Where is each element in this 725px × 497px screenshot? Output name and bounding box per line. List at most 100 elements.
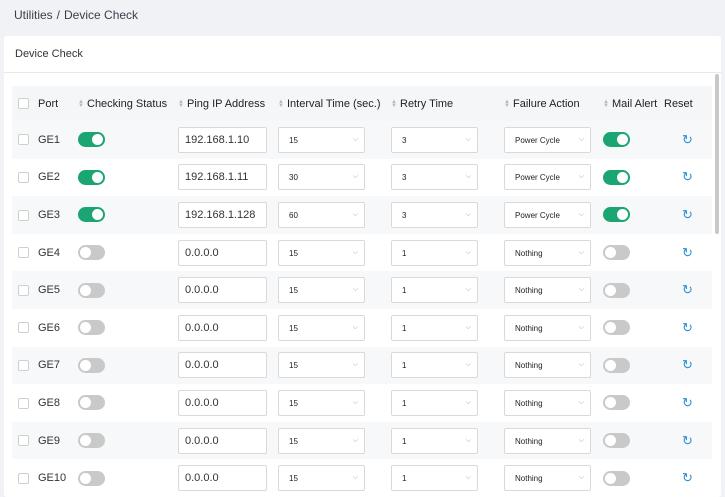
retry-select[interactable]: 1 ⌵ [391, 277, 478, 304]
ping-ip-input[interactable] [178, 126, 267, 153]
ping-ip-input[interactable] [178, 465, 267, 492]
header-checking-status[interactable]: ▲ ▼ Checking Status [78, 86, 178, 121]
interval-select[interactable]: 15 ⌵ [278, 427, 365, 454]
failure-action-select[interactable]: Power Cycle ⌵ [504, 164, 591, 191]
checking-status-toggle[interactable] [78, 132, 105, 148]
interval-value: 15 [289, 248, 298, 258]
failure-action-select[interactable]: Power Cycle ⌵ [504, 126, 591, 153]
mail-alert-toggle[interactable] [603, 395, 630, 411]
ping-ip-input[interactable] [178, 352, 267, 379]
interval-select[interactable]: 15 ⌵ [278, 126, 365, 153]
mail-alert-toggle[interactable] [603, 282, 630, 298]
mail-alert-toggle[interactable] [603, 132, 630, 148]
mail-alert-toggle[interactable] [603, 207, 630, 223]
failure-action-select[interactable]: Power Cycle ⌵ [504, 201, 591, 228]
ping-ip-input[interactable] [178, 389, 267, 416]
failure-action-select[interactable]: Nothing ⌵ [504, 427, 591, 454]
retry-cell: 1 ⌵ [391, 346, 504, 385]
failure-action-select[interactable]: Nothing ⌵ [504, 465, 591, 492]
toggle-knob [605, 284, 616, 296]
header-reset[interactable]: Reset [664, 86, 712, 121]
row-checkbox[interactable] [18, 397, 29, 409]
retry-value: 3 [402, 210, 407, 220]
header-ping-ip[interactable]: ▲ ▼ Ping IP Address [178, 86, 278, 121]
checking-status-toggle[interactable] [78, 395, 105, 411]
failure-action-select[interactable]: Nothing ⌵ [504, 239, 591, 266]
mail-alert-toggle[interactable] [603, 470, 630, 486]
ping-ip-input[interactable] [178, 164, 267, 191]
refresh-icon[interactable]: ↻ [682, 395, 693, 411]
ping-ip-input[interactable] [178, 239, 267, 266]
failure-action-select[interactable]: Nothing ⌵ [504, 314, 591, 341]
mail-alert-toggle[interactable] [603, 169, 630, 185]
interval-select[interactable]: 15 ⌵ [278, 389, 365, 416]
checking-status-toggle[interactable] [78, 433, 105, 449]
checking-status-toggle[interactable] [78, 207, 105, 223]
ping-ip-input[interactable] [178, 277, 267, 304]
interval-value: 30 [289, 173, 298, 183]
row-checkbox[interactable] [18, 209, 29, 221]
breadcrumb-parent[interactable]: Utilities [14, 8, 53, 22]
row-checkbox[interactable] [18, 171, 29, 183]
table-row: GE915⌵1⌵Nothing⌵↻ [12, 421, 712, 460]
ping-ip-input[interactable] [178, 314, 267, 341]
retry-select[interactable]: 1 ⌵ [391, 239, 478, 266]
refresh-icon[interactable]: ↻ [682, 207, 693, 223]
row-checkbox[interactable] [18, 322, 29, 334]
row-checkbox[interactable] [18, 435, 29, 447]
header-interval[interactable]: ▲ ▼ Interval Time (sec.) [278, 86, 391, 121]
checking-status-toggle[interactable] [78, 282, 105, 298]
row-checkbox[interactable] [18, 359, 29, 371]
checking-status-toggle[interactable] [78, 169, 105, 185]
select-all-checkbox[interactable] [18, 98, 29, 110]
header-failure-action[interactable]: ▲ ▼ Failure Action [504, 86, 603, 121]
row-checkbox[interactable] [18, 134, 29, 146]
mail-alert-cell [603, 384, 664, 422]
interval-select[interactable]: 15 ⌵ [278, 465, 365, 492]
retry-select[interactable]: 1 ⌵ [391, 427, 478, 454]
refresh-icon[interactable]: ↻ [682, 470, 693, 486]
interval-select[interactable]: 30 ⌵ [278, 164, 365, 191]
interval-select[interactable]: 15 ⌵ [278, 352, 365, 379]
checking-status-toggle[interactable] [78, 470, 105, 486]
checking-status-toggle[interactable] [78, 357, 105, 373]
ping-ip-input[interactable] [178, 201, 267, 228]
refresh-icon[interactable]: ↻ [682, 433, 693, 449]
ping-ip-input[interactable] [178, 427, 267, 454]
mail-alert-toggle[interactable] [603, 320, 630, 336]
retry-value: 1 [402, 361, 407, 371]
refresh-icon[interactable]: ↻ [682, 282, 693, 298]
mail-alert-toggle[interactable] [603, 245, 630, 261]
failure-action-select[interactable]: Nothing ⌵ [504, 352, 591, 379]
refresh-icon[interactable]: ↻ [682, 320, 693, 336]
retry-select[interactable]: 3 ⌵ [391, 164, 478, 191]
header-mail-alert[interactable]: ▲ ▼ Mail Alert [603, 86, 664, 121]
interval-select[interactable]: 15 ⌵ [278, 314, 365, 341]
interval-select[interactable]: 15 ⌵ [278, 277, 365, 304]
mail-alert-toggle[interactable] [603, 357, 630, 373]
retry-select[interactable]: 1 ⌵ [391, 314, 478, 341]
row-checkbox[interactable] [18, 472, 29, 484]
failure-action-select[interactable]: Nothing ⌵ [504, 389, 591, 416]
interval-select[interactable]: 15 ⌵ [278, 239, 365, 266]
vertical-scrollbar[interactable] [715, 74, 719, 234]
checking-status-toggle[interactable] [78, 245, 105, 261]
row-checkbox[interactable] [18, 284, 29, 296]
retry-select[interactable]: 1 ⌵ [391, 465, 478, 492]
row-checkbox[interactable] [18, 247, 29, 259]
failure-action-select[interactable]: Nothing ⌵ [504, 277, 591, 304]
retry-select[interactable]: 1 ⌵ [391, 352, 478, 379]
header-retry[interactable]: ▲ ▼ Retry Time [391, 86, 504, 121]
header-port[interactable]: Port [38, 86, 78, 121]
refresh-icon[interactable]: ↻ [682, 132, 693, 148]
refresh-icon[interactable]: ↻ [682, 169, 693, 185]
refresh-icon[interactable]: ↻ [682, 245, 693, 261]
table-row: GE360⌵3⌵Power Cycle⌵↻ [12, 196, 712, 234]
mail-alert-toggle[interactable] [603, 433, 630, 449]
retry-select[interactable]: 3 ⌵ [391, 201, 478, 228]
retry-select[interactable]: 1 ⌵ [391, 389, 478, 416]
interval-select[interactable]: 60 ⌵ [278, 201, 365, 228]
retry-select[interactable]: 3 ⌵ [391, 126, 478, 153]
refresh-icon[interactable]: ↻ [682, 357, 693, 373]
checking-status-toggle[interactable] [78, 320, 105, 336]
